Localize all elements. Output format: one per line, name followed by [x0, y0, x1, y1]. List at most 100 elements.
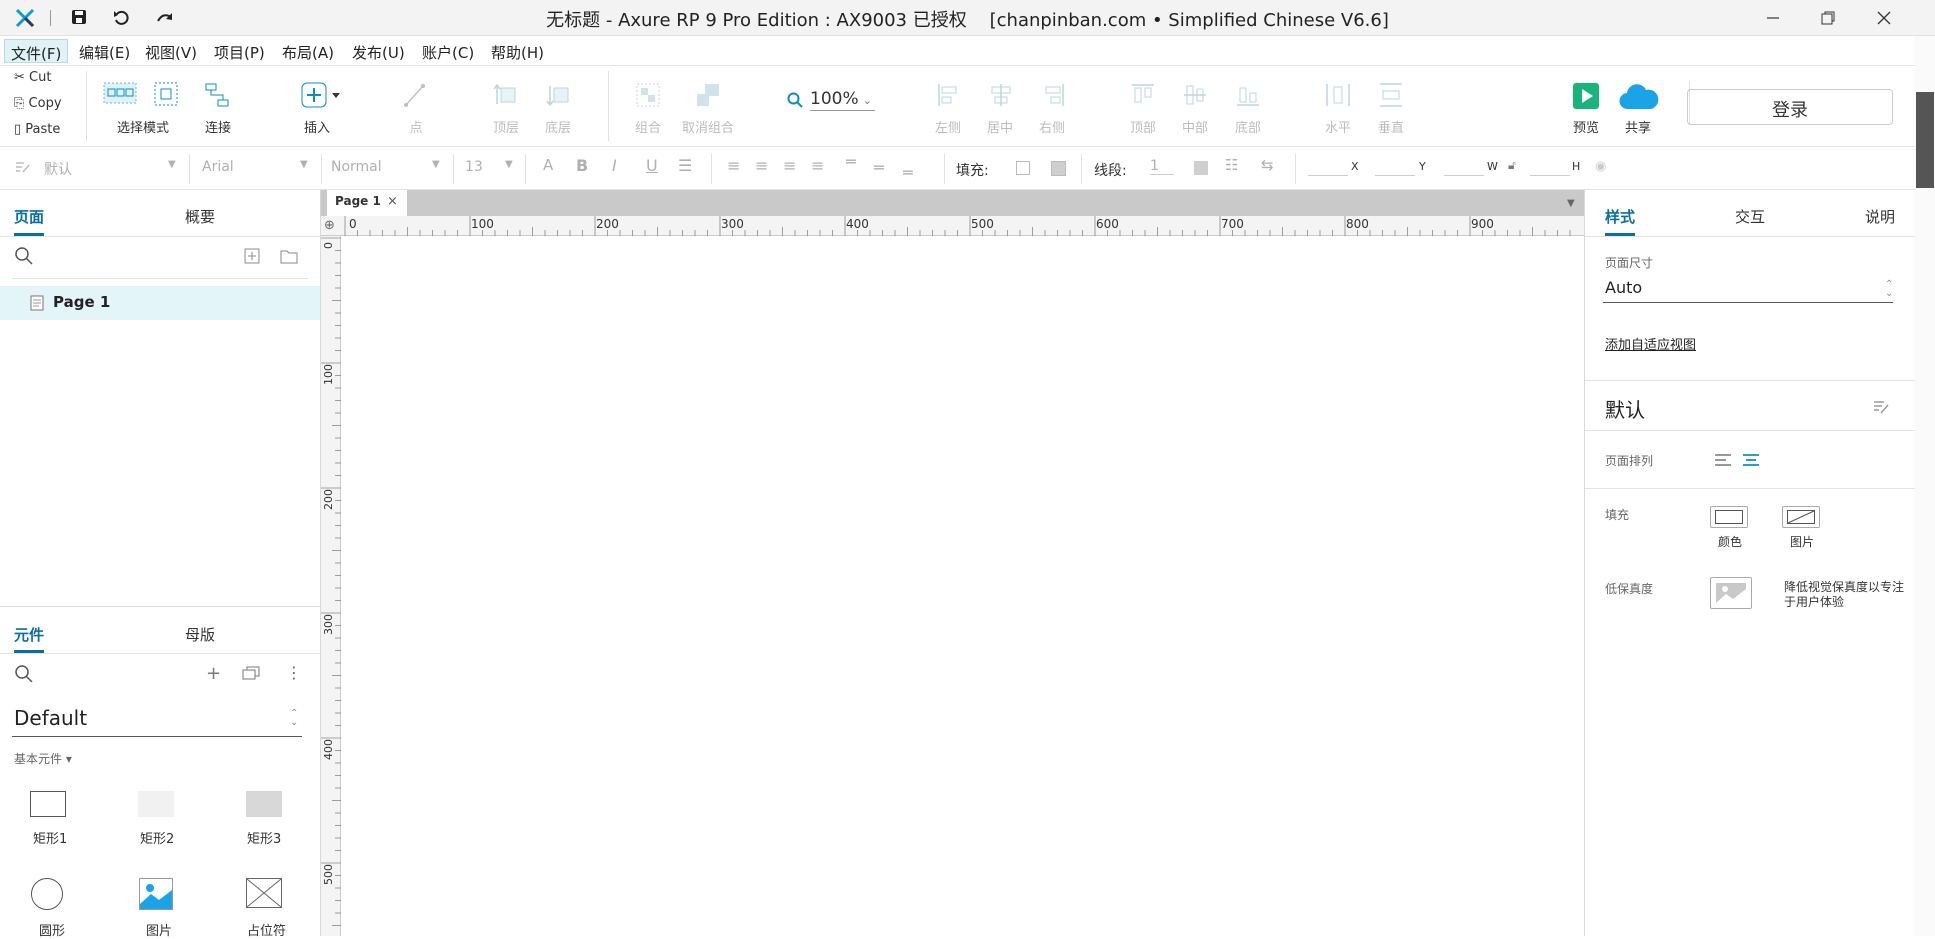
library-options-icon[interactable]: [242, 666, 260, 680]
h-input[interactable]: [1530, 175, 1570, 176]
tab-menu-chevron-icon[interactable]: ▼: [1567, 198, 1575, 209]
align-middle-icon[interactable]: [1182, 82, 1208, 108]
tab-masters[interactable]: 母版: [185, 624, 215, 645]
align-top-icon[interactable]: [1130, 82, 1156, 108]
rectangle2-widget-icon[interactable]: [138, 791, 174, 817]
font-size-select[interactable]: 13: [465, 159, 483, 175]
share-cloud-icon[interactable]: [1619, 83, 1659, 111]
tab-interactions[interactable]: 交互: [1735, 206, 1765, 227]
font-family-select[interactable]: Arial: [202, 159, 234, 175]
circle-widget-icon[interactable]: [31, 878, 63, 910]
y-input[interactable]: [1375, 175, 1415, 176]
cut-button[interactable]: ✂ Cut: [14, 70, 51, 85]
text-align-center-icon[interactable]: ≡: [755, 156, 768, 175]
text-align-left-icon[interactable]: ≡: [727, 156, 740, 175]
point-icon[interactable]: [403, 82, 429, 108]
zoom-field[interactable]: 100% ⌄: [810, 89, 875, 111]
image-widget-icon[interactable]: [139, 878, 173, 910]
connect-icon[interactable]: [204, 82, 230, 108]
close-icon[interactable]: [1876, 10, 1892, 26]
lock-icon[interactable]: 🔓︎: [1508, 158, 1516, 173]
widget-search-icon[interactable]: [14, 664, 34, 684]
insert-plus-icon[interactable]: [301, 82, 341, 108]
group-icon[interactable]: [635, 82, 661, 108]
tab-notes[interactable]: 说明: [1865, 206, 1895, 227]
add-library-icon[interactable]: +: [206, 663, 221, 684]
fill-color-button[interactable]: [1710, 506, 1748, 528]
add-page-icon[interactable]: [244, 248, 260, 264]
copy-button[interactable]: ⎘ Copy: [14, 96, 62, 111]
stroke-pattern-icon[interactable]: ☷: [1225, 156, 1238, 174]
stroke-width-input[interactable]: 1: [1150, 158, 1174, 175]
login-button[interactable]: 登录: [1687, 89, 1893, 125]
tab-widgets[interactable]: 元件: [14, 624, 44, 645]
add-folder-icon[interactable]: [280, 248, 298, 264]
minimize-icon[interactable]: [1765, 10, 1781, 26]
text-align-right-icon[interactable]: ≡: [783, 156, 796, 175]
distribute-vertical-icon[interactable]: [1378, 82, 1404, 108]
bullet-list-icon[interactable]: ☰: [678, 156, 692, 175]
font-weight-select[interactable]: Normal: [331, 159, 382, 175]
italic-icon[interactable]: I: [612, 156, 617, 175]
crosshair-icon[interactable]: ⊕: [324, 218, 335, 233]
tab-close-icon[interactable]: ×: [387, 194, 398, 209]
fill-color-swatch[interactable]: [1016, 161, 1030, 175]
bring-top-icon[interactable]: [493, 82, 519, 108]
search-icon[interactable]: [14, 246, 34, 266]
page-align-left-icon[interactable]: [1714, 452, 1732, 468]
page-size-select[interactable]: Auto: [1605, 278, 1642, 297]
menu-edit[interactable]: 编辑(E): [73, 39, 136, 63]
tab-outline[interactable]: 概要: [185, 206, 215, 227]
text-justify-icon[interactable]: ≡: [811, 156, 824, 175]
valign-bottom-icon[interactable]: ═: [903, 163, 913, 182]
valign-top-icon[interactable]: ═: [846, 152, 856, 171]
tab-style[interactable]: 样式: [1605, 206, 1635, 227]
add-adaptive-view-link[interactable]: 添加自适应视图: [1605, 334, 1696, 353]
preview-play-icon[interactable]: [1573, 83, 1599, 109]
paste-button[interactable]: ▯ Paste: [14, 122, 60, 137]
visibility-eye-icon[interactable]: ◉: [1595, 159, 1606, 174]
x-input[interactable]: [1308, 175, 1348, 176]
edit-style-icon[interactable]: [1872, 398, 1890, 416]
rectangle1-widget-icon[interactable]: [30, 791, 66, 817]
style-select[interactable]: 默认: [44, 159, 72, 179]
page-align-center-icon[interactable]: [1742, 452, 1760, 468]
library-select[interactable]: Default: [14, 706, 87, 730]
menu-account[interactable]: 账户(C): [416, 39, 480, 63]
tab-pages[interactable]: 页面: [14, 206, 44, 227]
underline-icon[interactable]: U: [646, 156, 658, 175]
fill-image-button[interactable]: [1782, 506, 1820, 528]
scrollbar-thumb[interactable]: [1916, 92, 1934, 188]
align-right-icon[interactable]: [1040, 82, 1066, 108]
shadow-swatch[interactable]: [1051, 161, 1066, 176]
select-intersect-icon[interactable]: [154, 82, 178, 106]
rectangle3-widget-icon[interactable]: [246, 791, 282, 817]
canvas-area[interactable]: [321, 190, 1584, 936]
valign-middle-icon[interactable]: ═: [874, 158, 884, 177]
menu-project[interactable]: 项目(P): [208, 39, 271, 63]
distribute-horizontal-icon[interactable]: [1325, 82, 1351, 108]
stroke-color-swatch[interactable]: [1194, 161, 1208, 175]
more-vertical-icon[interactable]: ⋮: [286, 663, 302, 682]
send-bottom-icon[interactable]: [546, 82, 572, 108]
lowfi-toggle[interactable]: [1710, 577, 1752, 609]
page-tab[interactable]: Page 1 ×: [327, 190, 407, 216]
menu-file[interactable]: 文件(F): [4, 39, 69, 63]
align-center-icon[interactable]: [988, 82, 1014, 108]
menu-help[interactable]: 帮助(H): [485, 39, 550, 63]
align-left-icon[interactable]: [936, 82, 962, 108]
arrow-style-icon[interactable]: ⇆: [1261, 156, 1274, 174]
align-bottom-icon[interactable]: [1235, 82, 1261, 108]
widget-category[interactable]: 基本元件 ▾: [14, 750, 72, 767]
menu-view[interactable]: 视图(V): [139, 39, 203, 63]
restore-icon[interactable]: [1820, 10, 1836, 26]
select-mode-icon[interactable]: [103, 82, 137, 104]
w-input[interactable]: [1444, 175, 1484, 176]
bold-icon[interactable]: B: [576, 156, 588, 175]
menu-arrange[interactable]: 布局(A): [276, 39, 340, 63]
page-list-item[interactable]: Page 1: [0, 286, 320, 320]
placeholder-widget-icon[interactable]: [246, 878, 282, 908]
font-color-icon[interactable]: A: [543, 156, 553, 174]
ungroup-icon[interactable]: [695, 82, 721, 108]
menu-publish[interactable]: 发布(U): [346, 39, 411, 63]
